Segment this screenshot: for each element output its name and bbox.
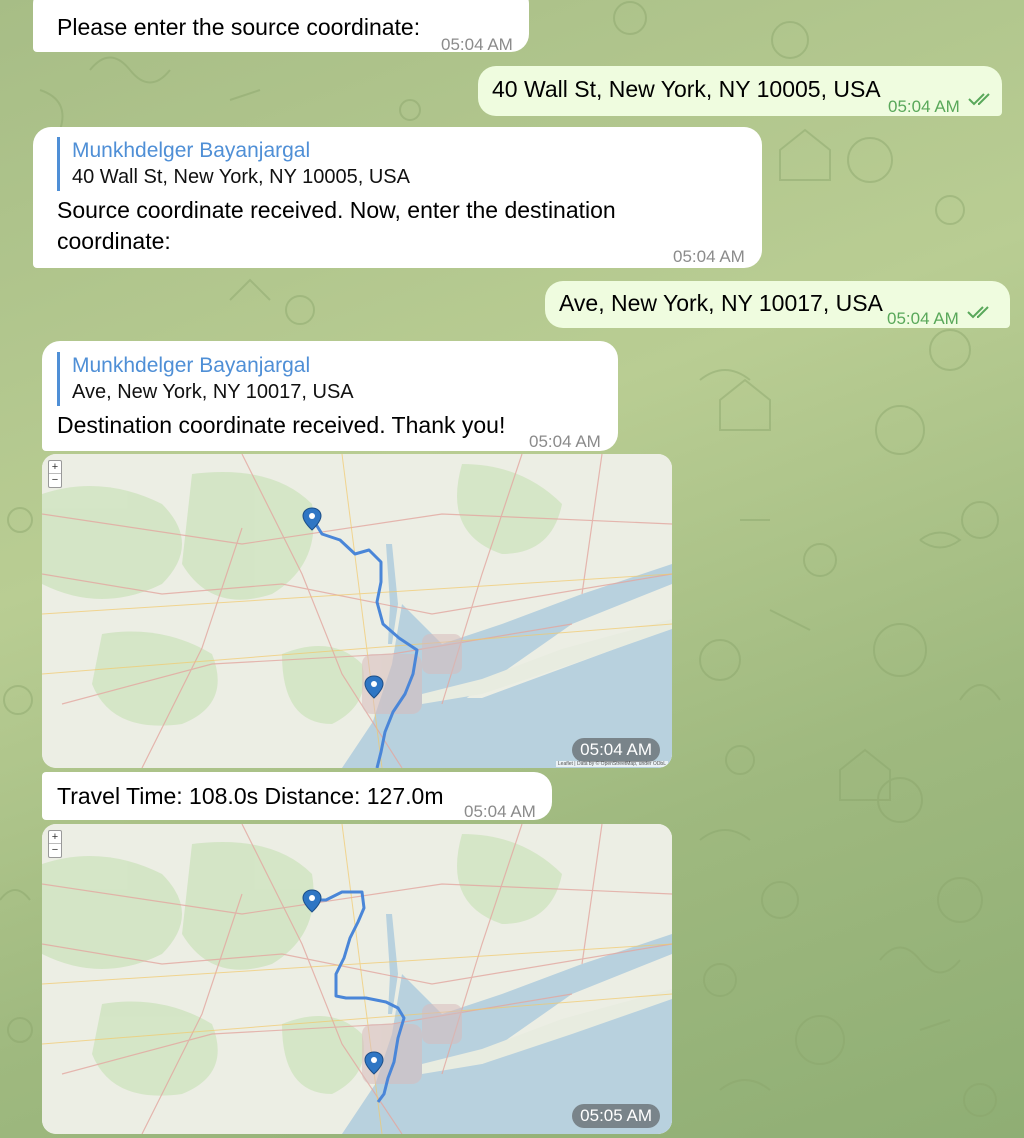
zoom-in-button[interactable]: + xyxy=(49,461,61,474)
message-time: 05:04 AM xyxy=(464,802,536,821)
message-time: 05:04 AM xyxy=(887,309,959,328)
message-text: 40 Wall St, New York, NY 10005, USA xyxy=(492,76,881,102)
message-bubble-incoming[interactable]: Munkhdelger Bayanjargal Ave, New York, N… xyxy=(42,341,618,451)
zoom-in-button[interactable]: + xyxy=(49,831,61,844)
zoom-out-button[interactable]: − xyxy=(49,844,61,857)
reply-text: 40 Wall St, New York, NY 10005, USA xyxy=(72,166,410,188)
route-map xyxy=(42,824,672,1134)
reply-quote[interactable]: Munkhdelger Bayanjargal Ave, New York, N… xyxy=(57,352,600,406)
message-time: 05:04 AM xyxy=(441,35,513,54)
message-bubble-incoming[interactable]: Munkhdelger Bayanjargal 40 Wall St, New … xyxy=(33,127,762,268)
message-text: Ave, New York, NY 10017, USA xyxy=(559,290,883,316)
message-text: Travel Time: 108.0s Distance: 127.0m xyxy=(57,783,444,809)
message-time: 05:04 AM xyxy=(888,97,960,116)
message-text: Destination coordinate received. Thank y… xyxy=(57,412,506,438)
message-time: 05:04 AM xyxy=(673,247,745,266)
message-text: Source coordinate received. Now, enter t… xyxy=(57,197,616,254)
zoom-out-button[interactable]: − xyxy=(49,474,61,487)
map-image[interactable]: + − 05:05 AM xyxy=(42,824,672,1134)
reply-quote[interactable]: Munkhdelger Bayanjargal 40 Wall St, New … xyxy=(57,137,738,191)
double-check-icon xyxy=(967,306,989,319)
message-bubble-outgoing[interactable]: 40 Wall St, New York, NY 10005, USA 05:0… xyxy=(478,66,1002,116)
message-bubble-outgoing[interactable]: Ave, New York, NY 10017, USA 05:04 AM xyxy=(545,281,1010,328)
reply-text: Ave, New York, NY 10017, USA xyxy=(72,381,354,403)
message-text: Please enter the source coordinate: xyxy=(57,14,421,40)
double-check-icon xyxy=(968,93,990,106)
route-map xyxy=(42,454,672,768)
reply-author: Munkhdelger Bayanjargal xyxy=(72,139,311,162)
message-bubble-incoming[interactable]: Travel Time: 108.0s Distance: 127.0m 05:… xyxy=(42,772,552,821)
map-zoom-control[interactable]: + − xyxy=(48,460,62,488)
message-bubble-incoming[interactable]: Please enter the source coordinate: 05:0… xyxy=(33,0,529,54)
reply-author: Munkhdelger Bayanjargal xyxy=(72,354,311,377)
message-time: 05:05 AM xyxy=(572,1104,660,1128)
map-zoom-control[interactable]: + − xyxy=(48,830,62,858)
message-time: 05:04 AM xyxy=(529,432,601,451)
message-time: 05:04 AM xyxy=(572,738,660,762)
map-image[interactable]: + − Leaflet | Data by © OpenStreetMap, u… xyxy=(42,454,672,768)
